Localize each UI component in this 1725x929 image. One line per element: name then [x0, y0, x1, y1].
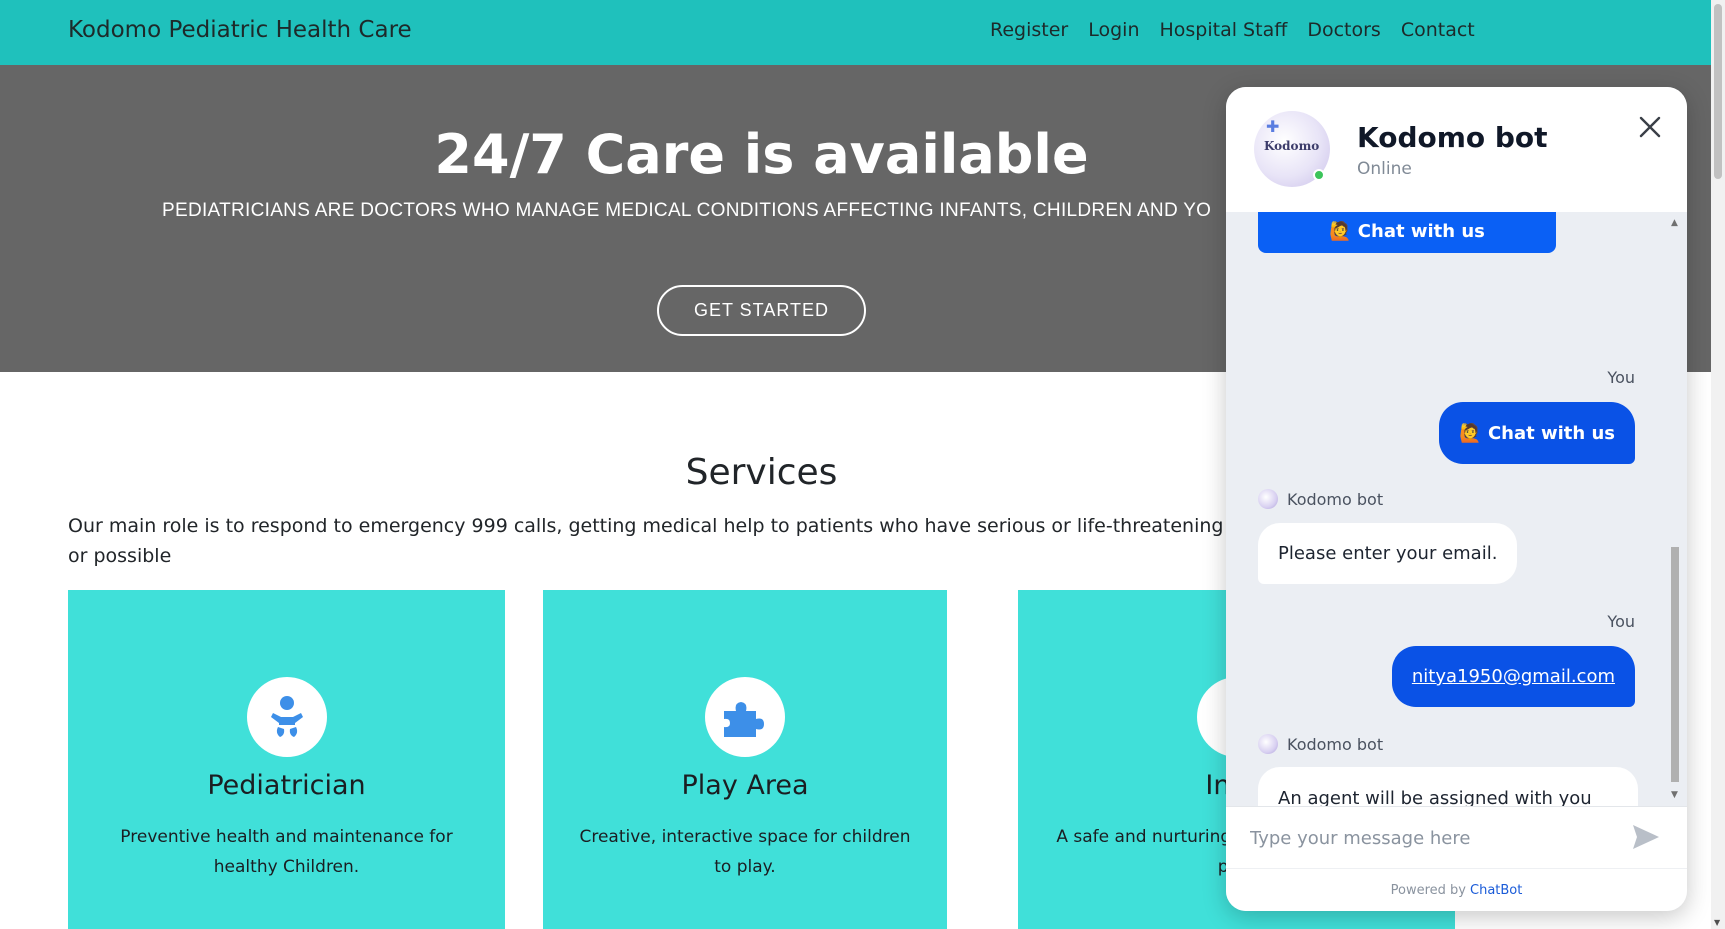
nav-register-link[interactable]: Register: [990, 19, 1068, 41]
chat-input-bar: [1226, 806, 1687, 868]
chat-footer: Powered by ChatBot: [1226, 868, 1687, 911]
card-title: Play Area: [681, 770, 809, 801]
bot-message: Please enter your email.: [1258, 523, 1518, 584]
chat-scroll-up-icon[interactable]: ▲: [1671, 218, 1678, 228]
bot-label-text: Kodomo bot: [1287, 489, 1384, 509]
chat-widget: ✚ Kodomo Kodomo bot Online 🙋 Chat with u…: [1226, 87, 1687, 911]
puzzle-icon: [705, 677, 785, 757]
hero-subtitle: PEDIATRICIANS ARE DOCTORS WHO MANAGE MED…: [162, 200, 1212, 221]
bot-label-text: Kodomo bot: [1287, 734, 1384, 754]
get-started-button[interactable]: GET STARTED: [657, 285, 866, 336]
you-label: You: [1607, 612, 1635, 631]
bot-status: Online: [1357, 159, 1412, 179]
nav-contact-link[interactable]: Contact: [1401, 19, 1475, 41]
card-text: Preventive health and maintenance for he…: [120, 827, 453, 877]
card-title: Pediatrician: [207, 770, 366, 801]
powered-by-text: Powered by: [1390, 882, 1466, 898]
service-card-pediatrician: Pediatrician Preventive health and maint…: [68, 590, 505, 929]
services-description: Our main role is to respond to emergency…: [68, 515, 1299, 567]
bot-message: An agent will be assigned with you short…: [1258, 767, 1638, 806]
baby-icon: [247, 677, 327, 757]
user-message: 🙋 Chat with us: [1439, 402, 1635, 464]
chat-scrollbar-thumb[interactable]: [1671, 547, 1679, 782]
message-input[interactable]: [1250, 821, 1610, 855]
service-card-play-area: Play Area Creative, interactive space fo…: [543, 590, 947, 929]
close-icon[interactable]: [1634, 111, 1666, 143]
chat-messages[interactable]: 🙋 Chat with us You 🙋 Chat with us Kodomo…: [1226, 212, 1687, 806]
navbar: Kodomo Pediatric Health Care Register Lo…: [0, 0, 1711, 65]
bot-mini-avatar: [1258, 734, 1278, 754]
chat-scrollbar[interactable]: ▲ ▼: [1667, 212, 1683, 806]
medical-cross-icon: ✚: [1266, 117, 1280, 136]
chat-header: ✚ Kodomo Kodomo bot Online: [1226, 87, 1687, 212]
chat-with-us-button[interactable]: 🙋 Chat with us: [1258, 212, 1556, 253]
bot-label: Kodomo bot: [1258, 734, 1383, 754]
bot-name: Kodomo bot: [1357, 121, 1548, 154]
avatar-logo-text: Kodomo: [1264, 139, 1320, 153]
chat-scroll-down-icon[interactable]: ▼: [1671, 790, 1678, 800]
scroll-down-arrow-icon[interactable]: ▼: [1714, 918, 1720, 927]
page-scrollbar-thumb[interactable]: [1714, 4, 1722, 179]
chatbot-link[interactable]: ChatBot: [1470, 883, 1522, 898]
page-scrollbar[interactable]: ▼: [1711, 0, 1725, 929]
bot-mini-avatar: [1258, 489, 1278, 509]
nav-doctors-link[interactable]: Doctors: [1307, 19, 1381, 41]
nav-login-link[interactable]: Login: [1088, 19, 1139, 41]
card-text: Creative, interactive space for children…: [579, 827, 911, 877]
nav-links: Register Login Hospital Staff Doctors Co…: [990, 19, 1475, 41]
bot-label: Kodomo bot: [1258, 489, 1383, 509]
you-label: You: [1607, 368, 1635, 387]
brand-title[interactable]: Kodomo Pediatric Health Care: [68, 17, 412, 43]
nav-hospital-staff-link[interactable]: Hospital Staff: [1160, 19, 1288, 41]
online-status-dot: [1313, 169, 1325, 181]
send-icon[interactable]: [1631, 823, 1665, 853]
user-email-message[interactable]: nitya1950@gmail.com: [1391, 646, 1635, 707]
